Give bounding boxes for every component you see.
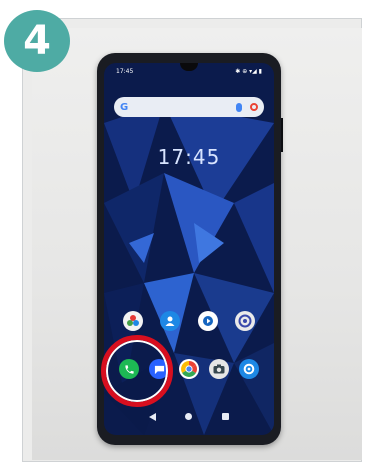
app-shortcut-1[interactable] — [117, 311, 149, 333]
home-clock: 17:45 — [157, 145, 221, 169]
google-logo-icon: G — [120, 101, 129, 113]
recents-icon[interactable] — [222, 413, 230, 420]
camera-icon — [209, 359, 229, 379]
phone-app-highlight-circle — [101, 335, 173, 407]
chrome-app[interactable] — [174, 359, 204, 381]
chrome-icon — [179, 359, 199, 379]
settings-app[interactable] — [234, 359, 264, 381]
status-indicators: ✱ ⊕ ▾◢ ▮ — [235, 67, 262, 75]
camera-app[interactable] — [204, 359, 234, 381]
contacts-icon — [160, 311, 181, 331]
home-icon[interactable] — [185, 413, 193, 420]
mic-icon[interactable] — [236, 102, 242, 112]
status-time: 17:45 — [116, 67, 134, 75]
contacts-app[interactable] — [154, 311, 186, 333]
app-icon — [122, 311, 143, 331]
app-shortcut-3[interactable] — [192, 311, 224, 333]
home-app-row — [104, 311, 274, 333]
google-search-bar[interactable]: G — [114, 97, 264, 117]
lens-icon[interactable] — [250, 103, 258, 111]
app-icon — [197, 311, 218, 331]
phone-side-button — [281, 118, 283, 152]
app-shortcut-4[interactable] — [229, 311, 261, 333]
app-icon — [235, 311, 256, 331]
back-icon[interactable] — [148, 413, 156, 421]
settings-icon — [239, 359, 259, 379]
step-number: 4 — [23, 18, 51, 64]
navigation-bar — [104, 413, 274, 421]
step-number-badge: 4 — [4, 10, 70, 72]
